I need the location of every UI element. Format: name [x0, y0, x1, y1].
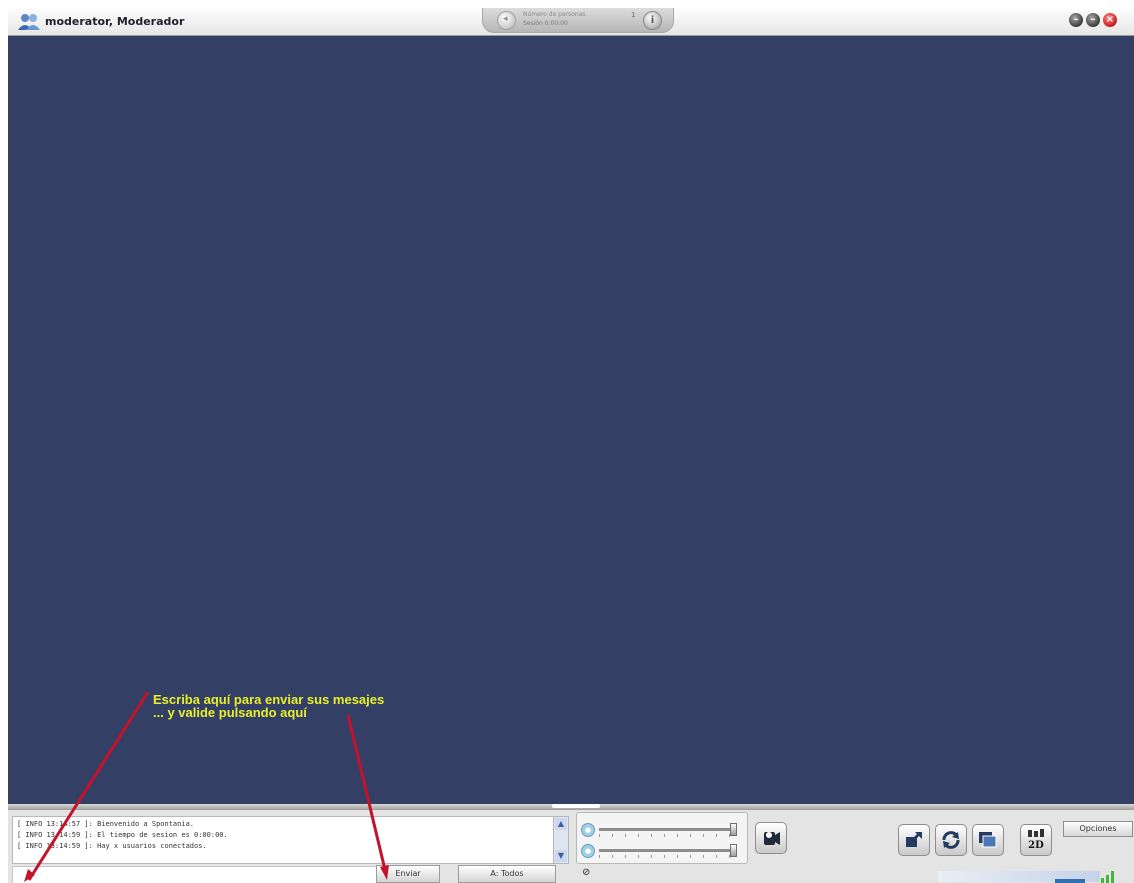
view-2d-button[interactable]: 2D: [1020, 824, 1052, 856]
microphone-icon[interactable]: ●: [581, 823, 595, 837]
bottom-panel: [ INFO 13:14:57 ]: Bienvenido a Spontani…: [8, 810, 1134, 883]
participants-count: 1: [631, 11, 636, 19]
layers-button[interactable]: [972, 824, 1004, 856]
speaker-slider-thumb[interactable]: [729, 844, 737, 857]
camera-icon: [764, 832, 780, 845]
minimize-icon[interactable]: –: [1069, 13, 1083, 27]
chat-scrollbar[interactable]: ▲ ▼: [553, 816, 569, 864]
camera-button[interactable]: [755, 822, 787, 854]
scroll-up-icon[interactable]: ▲: [555, 818, 567, 830]
speaker-slider[interactable]: [599, 849, 737, 852]
message-input[interactable]: [12, 866, 381, 883]
splitter-grip[interactable]: [552, 804, 600, 808]
view-mode-label: 2D: [1028, 840, 1044, 851]
chat-log-line: [ INFO 13:14:57 ]: Bienvenido a Spontani…: [17, 820, 195, 828]
session-status-icon[interactable]: ◂: [497, 11, 516, 30]
info-icon[interactable]: i: [643, 11, 662, 30]
chat-log-line: [ INFO 13:14:59 ]: Hay x usuarios conect…: [17, 842, 207, 850]
refresh-icon: [942, 831, 960, 849]
maximize-icon[interactable]: –: [1086, 13, 1100, 27]
network-status-bar: [1055, 879, 1085, 883]
audio-controls: ● ●: [576, 812, 748, 864]
refresh-button[interactable]: [935, 824, 967, 856]
signal-icon: [1101, 871, 1114, 883]
session-tab[interactable]: ◂ Número de personas Sesión 0:00:00 1 i: [482, 8, 674, 33]
fullscreen-icon: [906, 832, 922, 847]
clear-chat-icon[interactable]: ⊘: [582, 867, 590, 878]
participants-label: Número de personas: [523, 11, 586, 18]
session-time-label: Sesión 0:00:00: [523, 20, 568, 27]
title-bar: moderator, Moderador ◂ Número de persona…: [8, 8, 1134, 36]
chat-log-line: [ INFO 13:14:59 ]: El tiempo de sesion e…: [17, 831, 228, 839]
app-window: moderator, Moderador ◂ Número de persona…: [8, 8, 1134, 883]
options-button[interactable]: Opciones: [1063, 821, 1133, 837]
video-area: [8, 36, 1134, 804]
recipient-select[interactable]: A: Todos: [458, 865, 556, 883]
send-button[interactable]: Enviar: [376, 865, 440, 883]
speaker-icon[interactable]: ●: [581, 844, 595, 858]
scroll-down-icon[interactable]: ▼: [555, 850, 567, 862]
layers-icon: [979, 832, 997, 848]
hint-send-message: ... y valide pulsando aquí: [153, 705, 307, 720]
microphone-slider[interactable]: [599, 828, 737, 831]
user-title: moderator, Moderador: [45, 15, 185, 28]
chat-log: [ INFO 13:14:57 ]: Bienvenido a Spontani…: [12, 816, 554, 864]
microphone-slider-thumb[interactable]: [729, 823, 737, 836]
close-icon[interactable]: ×: [1103, 13, 1117, 27]
fullscreen-button[interactable]: [898, 824, 930, 856]
user-group-icon: [18, 14, 40, 30]
